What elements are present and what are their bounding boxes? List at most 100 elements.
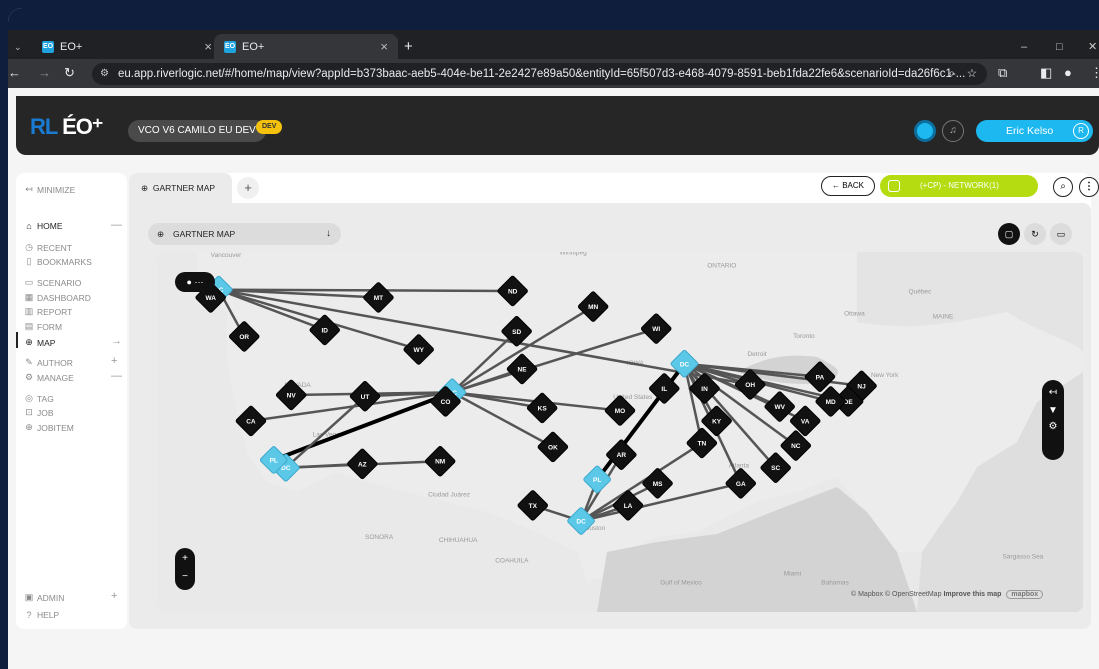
wrench-icon: ✎ [25,357,33,367]
tab-search-icon[interactable]: ⌄ [14,36,22,59]
back-button[interactable]: ← BACK [821,176,875,196]
search-button[interactable]: ⌕ [1053,177,1073,197]
sidebar-item-help[interactable]: ? HELP [24,610,59,620]
eo-logo: RL ÉO⁺ [30,114,103,139]
sidebar-item-label: MANAGE [37,372,74,383]
sidebar-action-home[interactable]: — [111,219,122,231]
pin-icon: ● [186,277,192,287]
sidepanel-icon[interactable]: ◧ [1040,65,1052,81]
globe-icon: ⊕ [141,183,149,193]
node-label: ID [322,327,329,334]
view-table-button[interactable]: ▭ [1050,223,1072,245]
sidebar-item-recent[interactable]: ◷ RECENT [24,242,72,253]
sidebar-item-dashboard[interactable]: ▦ DASHBOARD [24,292,91,303]
eo-favicon-icon: EO [42,40,54,53]
reload-icon[interactable]: ↻ [64,65,75,81]
map-label: Miami [784,571,801,578]
node-label: IN [701,386,708,393]
sidebar-item-label: AUTHOR [37,357,73,368]
map-label: MAINE [933,313,954,320]
refresh-button[interactable]: ↻ [1024,223,1046,245]
top-band [8,8,1099,30]
site-settings-icon[interactable]: ⚙ [100,63,109,85]
node-label: NM [435,459,445,466]
sidebar-item-author[interactable]: ✎ AUTHOR [24,357,73,368]
mapbox-logo[interactable]: mapbox [1006,590,1044,599]
minimize-window-button[interactable]: – [1021,34,1027,59]
tab-close-icon[interactable]: × [380,39,388,54]
add-tab-button[interactable]: + [237,177,259,199]
power-icon[interactable] [914,120,936,142]
sidebar-action-author[interactable]: + [111,355,117,367]
tab-gartner-map[interactable]: ⊕ GARTNER MAP [129,173,232,203]
settings-icon[interactable]: ⚙ [1042,420,1064,436]
zoom-out-button[interactable]: − [175,569,195,590]
zoom-icon[interactable]: ⌕ [949,63,955,85]
profile-icon[interactable]: ● [1064,65,1072,80]
home-icon: ⌂ [26,221,32,231]
avatar-icon: R [1073,123,1089,139]
collapse-arrow-icon: ↤ [25,184,33,194]
map-select[interactable]: ⊕ GARTNER MAP ↓ [148,223,341,245]
bookmark-star-icon[interactable]: ☆ [967,63,977,85]
expand-icon[interactable]: ↤ [1042,380,1064,402]
arrow-down-icon: ↓ [326,228,331,239]
sidebar-item-form[interactable]: ▤ FORM [24,321,62,332]
zoom-in-button[interactable]: + [175,548,195,569]
tab-close-icon[interactable]: × [204,39,212,54]
sidebar-item-jobitem[interactable]: ⊕ JOBITEM [24,422,74,433]
improve-map-link[interactable]: Improve this map [943,591,1001,598]
node-label: NE [518,366,528,373]
map-label: Toronto [793,333,815,340]
sidebar-item-label: RECENT [37,242,72,253]
minimize-button[interactable]: ↤ MINIMIZE [24,184,75,195]
node-label: SC [771,465,780,472]
sidebar-item-home[interactable]: ⌂ HOME [24,221,63,231]
address-bar[interactable]: ⚙ eu.app.riverlogic.net/#/home/map/view?… [92,63,987,85]
sidebar-action-manage[interactable]: — [111,370,122,382]
close-window-button[interactable]: ✕ [1088,34,1097,59]
sidebar-item-map[interactable]: ⊕ MAP [24,337,55,348]
user-menu[interactable]: Eric Kelso R [976,120,1093,142]
back-arrow-icon[interactable]: ← [8,65,21,80]
node-label: AZ [358,461,367,468]
network-selector[interactable]: (+CP) - NETWORK(1) [880,175,1038,197]
browser-menu-icon[interactable]: ⋮ [1090,65,1099,81]
map-menu-button[interactable]: ● ⋯ [175,272,215,292]
extensions-icon[interactable]: ⧉ [998,65,1007,81]
sidebar-item-manage[interactable]: ⚙ MANAGE [24,372,74,383]
browser-tab[interactable]: EO EO+ × [32,34,222,59]
sidebar-item-report[interactable]: ▥ REPORT [24,306,73,317]
browser-tab-active[interactable]: EO EO+ × [214,34,398,59]
sidebar-item-scenario[interactable]: ▭ SCENARIO [24,277,82,288]
new-tab-button[interactable]: + [404,34,413,59]
node-label: GA [736,481,746,488]
flow-line[interactable] [218,288,513,293]
globe-icon: ⊕ [25,337,33,347]
filter-icon[interactable]: ▼ [1042,402,1064,420]
sidebar-action-map[interactable]: → [111,335,122,347]
environment-selector[interactable]: VCO V6 CAMILO EU DEV [128,120,266,142]
sidebar-item-label: HOME [37,221,63,231]
sidebar-item-job[interactable]: ⊡ JOB [24,407,54,418]
admin-add-button[interactable]: + [111,590,117,602]
sidebar-item-bookmarks[interactable]: ▯ BOOKMARKS [24,256,92,267]
map-label: COAHUILA [495,558,529,565]
checkbox-icon[interactable] [888,180,900,192]
sidebar-item-tag[interactable]: ◎ TAG [24,393,54,404]
network-map[interactable]: Vancouver Winnipeg ONTARIO Québec Ottawa Toro… [157,252,1083,612]
sidebar-item-admin[interactable]: ▣ ADMIN [24,592,65,603]
sidebar-item-label: JOB [37,407,54,418]
dev-badge: DEV [256,120,283,134]
view-map-button[interactable]: ▢ [998,223,1020,245]
eo-favicon-icon: EO [224,40,236,53]
more-menu-button[interactable]: ⋮ [1079,177,1099,197]
bell-icon[interactable]: ♫ [942,120,964,142]
report-icon: ▥ [24,306,34,316]
forward-arrow-icon[interactable]: → [38,65,51,80]
map-label: CHIHUAHUA [439,537,478,544]
map-canvas[interactable]: Vancouver Winnipeg ONTARIO Québec Ottawa Toro… [157,252,1083,612]
maximize-window-button[interactable]: □ [1056,34,1063,59]
zoom-control[interactable]: + − [175,548,195,590]
node-label: WI [652,326,660,333]
